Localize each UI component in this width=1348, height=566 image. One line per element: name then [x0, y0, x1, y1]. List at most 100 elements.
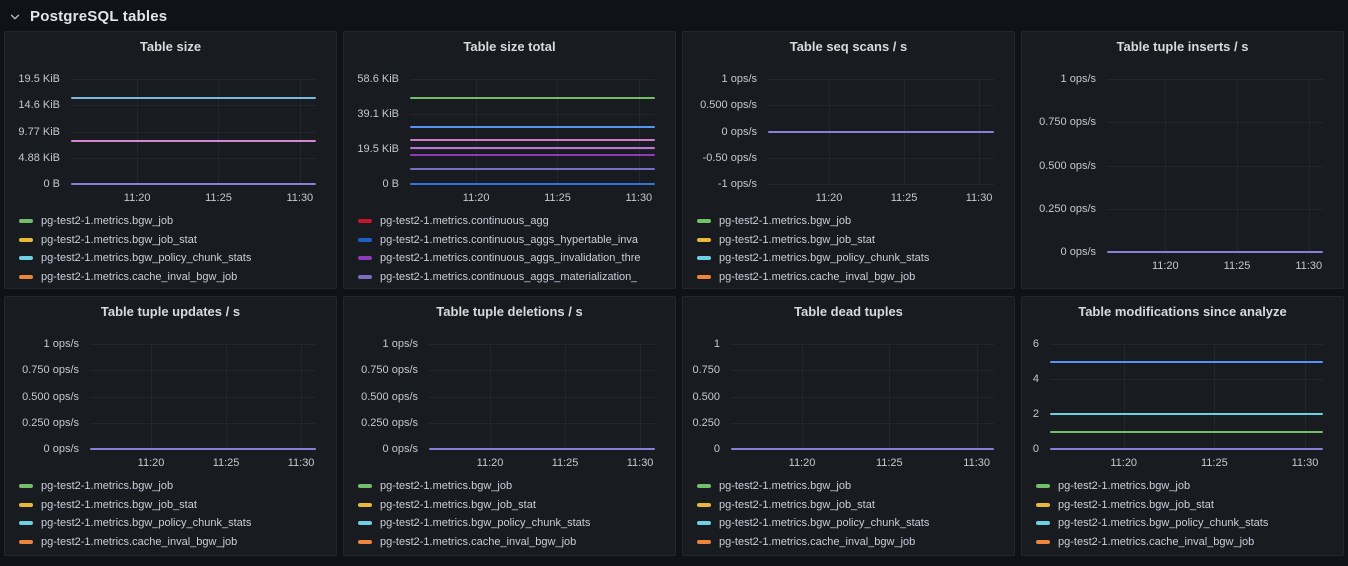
- chart-plot[interactable]: 11:2011:2511:30: [768, 79, 994, 184]
- legend-item[interactable]: pg-test2-1.metrics.cache_inval_bgw_job: [19, 533, 330, 552]
- legend-item[interactable]: pg-test2-1.metrics.bgw_job: [19, 477, 330, 496]
- series-line: [429, 448, 655, 450]
- y-axis-tick-label: 1: [683, 338, 729, 350]
- h-gridline: [90, 423, 316, 424]
- panel-title[interactable]: Table seq scans / s: [683, 39, 1014, 54]
- panel-title[interactable]: Table tuple deletions / s: [344, 304, 675, 319]
- legend-item[interactable]: pg-test2-1.metrics.continuous_aggs_mater…: [358, 268, 669, 287]
- legend-item[interactable]: pg-test2-1.metrics.bgw_policy_chunk_stat…: [358, 514, 669, 533]
- y-axis-tick-label: 2: [1022, 408, 1048, 420]
- chart-plot[interactable]: 11:2011:2511:30: [90, 344, 316, 449]
- legend-swatch: [358, 219, 372, 223]
- legend-item[interactable]: pg-test2-1.metrics.bgw_job: [697, 212, 1008, 231]
- x-axis-tick-label: 11:20: [1152, 260, 1179, 272]
- y-axis-tick-label: 14.6 KiB: [5, 99, 69, 111]
- v-gridline: [1309, 79, 1310, 252]
- v-gridline: [137, 79, 138, 184]
- y-axis-tick-label: 0.750 ops/s: [344, 364, 427, 376]
- legend-item[interactable]: pg-test2-1.metrics.bgw_job_stat: [358, 496, 669, 515]
- legend-item[interactable]: pg-test2-1.metrics.cache_inval_bgw_job: [697, 268, 1008, 287]
- panel-title[interactable]: Table dead tuples: [683, 304, 1014, 319]
- x-axis-tick-label: 11:25: [544, 192, 571, 204]
- legend-item[interactable]: pg-test2-1.metrics.cache_inval_bgw_job: [358, 533, 669, 552]
- legend-item[interactable]: pg-test2-1.metrics.bgw_job: [358, 477, 669, 496]
- y-axis-tick-label: 0 B: [344, 178, 408, 190]
- h-gridline: [429, 423, 655, 424]
- y-axis-tick-label: 0.250 ops/s: [1022, 203, 1105, 215]
- y-axis-tick-label: 0.500: [683, 391, 729, 403]
- legend-item[interactable]: pg-test2-1.metrics.continuous_aggs_inval…: [358, 249, 669, 268]
- legend-label: pg-test2-1.metrics.bgw_policy_chunk_stat…: [41, 517, 251, 529]
- series-line: [410, 126, 655, 128]
- legend: pg-test2-1.metrics.bgw_job pg-test2-1.met…: [358, 477, 669, 551]
- y-axis-tick-label: -0.50 ops/s: [683, 152, 766, 164]
- panel-title[interactable]: Table size total: [344, 39, 675, 54]
- legend-item[interactable]: pg-test2-1.metrics.bgw_policy_chunk_stat…: [19, 514, 330, 533]
- series-line: [1107, 251, 1323, 253]
- x-axis-tick-label: 11:25: [1201, 457, 1228, 469]
- legend-item[interactable]: pg-test2-1.metrics.cache_inval_bgw_job: [1036, 533, 1337, 552]
- legend-item[interactable]: pg-test2-1.metrics.bgw_job: [697, 477, 1008, 496]
- series-line: [410, 183, 655, 185]
- chart-plot[interactable]: 11:2011:2511:30: [731, 344, 994, 449]
- legend-item[interactable]: pg-test2-1.metrics.cache_inval_bgw_job: [19, 268, 330, 287]
- legend-item[interactable]: pg-test2-1.metrics.bgw_job_stat: [697, 496, 1008, 515]
- panel-title[interactable]: Table modifications since analyze: [1022, 304, 1343, 319]
- legend-swatch: [697, 219, 711, 223]
- series-line: [410, 147, 655, 149]
- section-header[interactable]: PostgreSQL tables: [0, 0, 1348, 31]
- series-line: [1050, 431, 1323, 433]
- v-gridline: [1214, 344, 1215, 449]
- v-gridline: [151, 344, 152, 449]
- legend-item[interactable]: pg-test2-1.metrics.bgw_policy_chunk_stat…: [697, 514, 1008, 533]
- legend-item[interactable]: pg-test2-1.metrics.bgw_policy_chunk_stat…: [1036, 514, 1337, 533]
- legend-item[interactable]: pg-test2-1.metrics.bgw_job_stat: [19, 231, 330, 250]
- legend-swatch: [19, 275, 33, 279]
- legend-label: pg-test2-1.metrics.bgw_job: [380, 480, 512, 492]
- legend-swatch: [19, 540, 33, 544]
- legend-item[interactable]: pg-test2-1.metrics.bgw_job_stat: [697, 231, 1008, 250]
- legend-item[interactable]: pg-test2-1.metrics.continuous_agg: [358, 212, 669, 231]
- y-axis-tick-label: 1 ops/s: [344, 338, 427, 350]
- v-gridline: [640, 344, 641, 449]
- v-gridline: [565, 344, 566, 449]
- legend-item[interactable]: pg-test2-1.metrics.bgw_policy_chunk_stat…: [697, 249, 1008, 268]
- chart-plot[interactable]: 11:2011:2511:30: [410, 79, 655, 184]
- chart-plot[interactable]: 11:2011:2511:30: [429, 344, 655, 449]
- v-gridline: [1237, 79, 1238, 252]
- panel-title[interactable]: Table size: [5, 39, 336, 54]
- y-axis-tick-label: 0.500 ops/s: [5, 391, 88, 403]
- x-axis-tick-label: 11:20: [463, 192, 490, 204]
- legend-item[interactable]: pg-test2-1.metrics.bgw_job_stat: [19, 496, 330, 515]
- panel-title[interactable]: Table tuple inserts / s: [1022, 39, 1343, 54]
- legend-label: pg-test2-1.metrics.bgw_job_stat: [719, 234, 875, 246]
- h-gridline: [429, 344, 655, 345]
- series-line: [71, 140, 316, 142]
- legend: pg-test2-1.metrics.bgw_jobpg-test2-1.met…: [1036, 477, 1337, 551]
- series-line: [1050, 413, 1323, 415]
- h-gridline: [1050, 344, 1323, 345]
- legend-item[interactable]: pg-test2-1.metrics.continuous_aggs_hyper…: [358, 231, 669, 250]
- y-axis-tick-label: -1 ops/s: [683, 178, 766, 190]
- legend-swatch: [358, 503, 372, 507]
- legend-swatch: [19, 521, 33, 525]
- h-gridline: [410, 114, 655, 115]
- series-line: [90, 448, 316, 450]
- legend-item[interactable]: pg-test2-1.metrics.bgw_policy_chunk_stat…: [19, 249, 330, 268]
- legend-item[interactable]: pg-test2-1.metrics.bgw_job_stat: [1036, 496, 1337, 515]
- legend-swatch: [697, 256, 711, 260]
- legend-label: pg-test2-1.metrics.bgw_policy_chunk_stat…: [719, 252, 929, 264]
- panel-title[interactable]: Table tuple updates / s: [5, 304, 336, 319]
- chevron-down-icon: [9, 11, 21, 23]
- legend-swatch: [1036, 484, 1050, 488]
- chart-plot[interactable]: 11:2011:2511:30: [71, 79, 316, 184]
- v-gridline: [977, 344, 978, 449]
- legend-label: pg-test2-1.metrics.bgw_job_stat: [41, 499, 197, 511]
- legend-item[interactable]: pg-test2-1.metrics.bgw_job: [1036, 477, 1337, 496]
- chart-plot[interactable]: 11:2011:2511:30: [1050, 344, 1323, 449]
- panel-table-size-total: Table size total58.6 KiB39.1 KiB19.5 KiB…: [343, 31, 676, 289]
- legend-item[interactable]: pg-test2-1.metrics.cache_inval_bgw_job: [697, 533, 1008, 552]
- h-gridline: [429, 370, 655, 371]
- legend-item[interactable]: pg-test2-1.metrics.bgw_job: [19, 212, 330, 231]
- chart-plot[interactable]: 11:2011:2511:30: [1107, 79, 1323, 252]
